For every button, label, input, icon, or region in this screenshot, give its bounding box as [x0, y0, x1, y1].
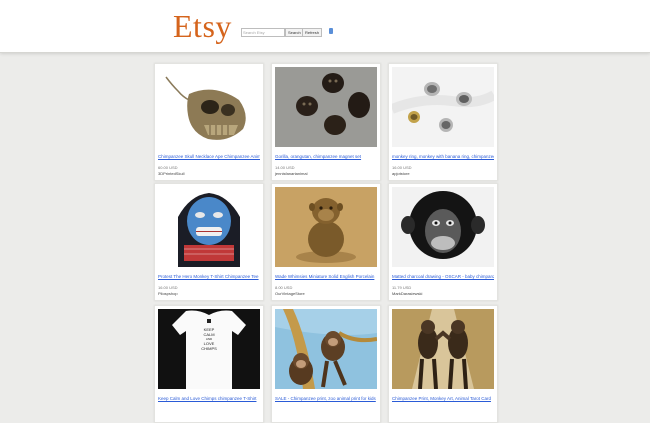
tarot-chimp-print-image [392, 309, 494, 389]
listing-title[interactable]: Chimpanzee Print, Monkey Art, Animal Tar… [392, 396, 494, 402]
listing-shop[interactable]: OurVintageStore [275, 291, 305, 296]
tshirt-print-line: CHIMPS [201, 346, 217, 351]
listing-price: 8.00 USD [275, 285, 293, 290]
listing-shop[interactable]: jennisfanartanimal [275, 171, 307, 176]
listing-title[interactable]: Chimpanzee Skull Necklace Ape Chimpanzee… [158, 154, 260, 160]
listing-price: 14.00 USD [275, 165, 295, 170]
listing-image[interactable] [392, 309, 494, 389]
listing-image[interactable] [392, 187, 494, 267]
monkey-rings-image [392, 67, 494, 147]
search-input[interactable] [241, 28, 285, 37]
listing-shop[interactable]: 3DPrintedSkull [158, 171, 184, 176]
magnet-set-image [275, 67, 377, 147]
porcelain-monkey-image [275, 187, 377, 267]
chimp-print-image [275, 309, 377, 389]
listing-image[interactable] [275, 187, 377, 267]
blue-monkey-tshirt-image [158, 187, 260, 267]
listing-card[interactable]: Chimpanzee Skull Necklace Ape Chimpanzee… [154, 63, 264, 181]
listing-card[interactable]: Gorilla, orangutan, chimpanzee magnet se… [271, 63, 381, 181]
listing-title[interactable]: Wade Whimsies Miniature Solid English Po… [275, 274, 377, 280]
listing-title[interactable]: Protest The Hero Monkey T-Shirt Chimpanz… [158, 274, 260, 280]
listing-image[interactable] [275, 67, 377, 147]
listing-card[interactable]: monkey ring, monkey with banana ring, ch… [388, 63, 498, 181]
listing-image[interactable] [158, 67, 260, 147]
refresh-button[interactable]: Refresh [302, 28, 323, 37]
listing-shop[interactable]: apjotstore [392, 171, 410, 176]
search-button[interactable]: Search [285, 28, 304, 37]
listing-title[interactable]: SALE - Chimpanzee print, zoo animal prin… [275, 396, 377, 402]
listing-card[interactable]: Protest The Hero Monkey T-Shirt Chimpanz… [154, 183, 264, 301]
site-header: Etsy Search Refresh [0, 0, 650, 53]
listing-price: 16.00 USD [158, 285, 178, 290]
listing-shop[interactable]: MarkDarasiewski [392, 291, 422, 296]
listing-card[interactable]: SALE - Chimpanzee print, zoo animal prin… [271, 305, 381, 423]
listing-title[interactable]: monkey ring, monkey with banana ring, ch… [392, 154, 494, 160]
skull-necklace-image [158, 67, 260, 147]
keep-calm-tshirt-image: KEEP CALM AND LOVE CHIMPS [158, 309, 260, 389]
listing-card[interactable]: KEEP CALM AND LOVE CHIMPS Keep Calm and … [154, 305, 264, 423]
etsy-logo[interactable]: Etsy [173, 8, 232, 44]
listing-card[interactable]: Wade Whimsies Miniature Solid English Po… [271, 183, 381, 301]
listing-image[interactable]: KEEP CALM AND LOVE CHIMPS [158, 309, 260, 389]
listing-card[interactable]: Chimpanzee Print, Monkey Art, Animal Tar… [388, 305, 498, 423]
listing-image[interactable] [158, 187, 260, 267]
listing-title[interactable]: Gorilla, orangutan, chimpanzee magnet se… [275, 154, 377, 160]
listing-price: 11.79 USD [392, 285, 412, 290]
extension-icon[interactable] [329, 28, 333, 34]
listing-price: 16.00 USD [392, 165, 412, 170]
listing-shop[interactable]: Pilospshop [158, 291, 178, 296]
listing-image[interactable] [275, 309, 377, 389]
listing-title[interactable]: Matted charcoal drawing - OSCAR - baby c… [392, 274, 494, 280]
charcoal-chimp-drawing-image [392, 187, 494, 267]
listing-image[interactable] [392, 67, 494, 147]
listing-price: 60.00 USD [158, 165, 178, 170]
listing-title[interactable]: Keep Calm and Love Chimps chimpanzee T-S… [158, 396, 260, 402]
listing-card[interactable]: Matted charcoal drawing - OSCAR - baby c… [388, 183, 498, 301]
